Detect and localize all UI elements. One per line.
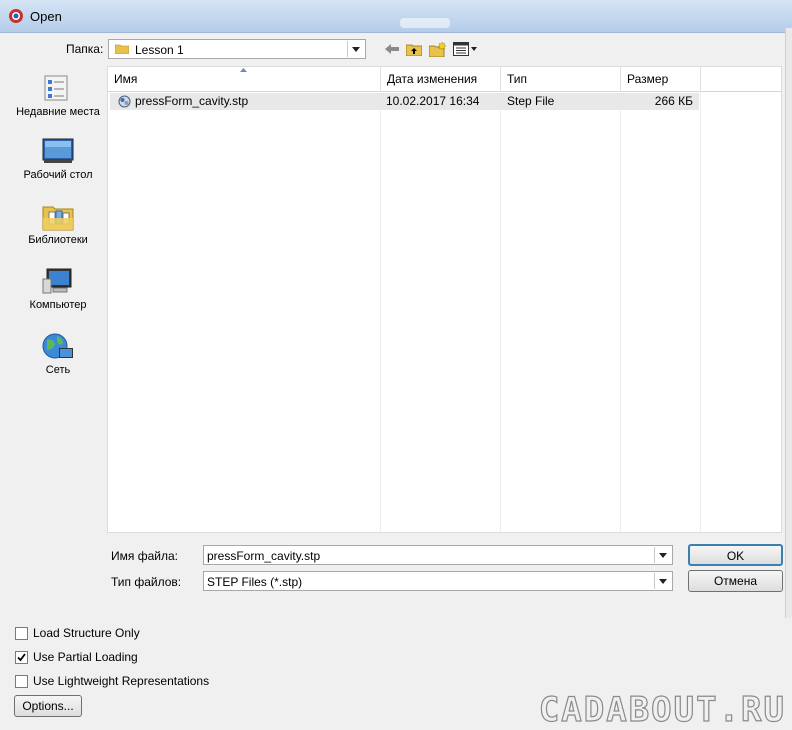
back-arrow-icon [385,44,399,54]
file-type: Step File [507,94,555,108]
filename-combo[interactable]: pressForm_cavity.stp [203,545,673,565]
up-folder-button[interactable] [405,40,423,58]
title-bar[interactable]: Open [0,0,792,33]
place-label: Сеть [45,364,71,376]
file-size: 266 КБ [654,94,693,108]
computer-icon [42,268,72,294]
chevron-down-icon [659,552,667,558]
column-label: Размер [627,72,669,86]
recent-places-icon [44,75,68,101]
column-divider [380,91,381,532]
vertical-scrollbar[interactable] [785,28,792,618]
folder-icon [115,44,129,54]
file-modified: 10.02.2017 16:34 [386,94,480,108]
app-icon [9,9,23,23]
place-label: Компьютер [29,299,87,311]
lightweight-label: Use Lightweight Representations [33,674,210,688]
cancel-button[interactable]: Отмена [688,570,783,592]
column-header: Имя Дата изменения Тип Размер [108,67,781,92]
place-label: Библиотеки [28,234,88,246]
lookin-value: Lesson 1 [135,43,184,57]
column-type-header[interactable]: Тип [501,67,621,91]
libraries-icon [42,206,74,231]
column-divider [500,91,501,532]
column-divider [700,91,701,532]
view-menu-button[interactable] [452,40,478,58]
chevron-down-icon [659,578,667,584]
load-structure-label: Load Structure Only [33,626,140,640]
place-recent[interactable]: Недавние места [14,72,102,119]
new-folder-button[interactable] [428,40,446,58]
lookin-combo[interactable]: Lesson 1 [108,39,366,59]
desktop-icon [42,138,74,163]
filetype-dropdown-button[interactable] [654,573,671,589]
checkmark-icon [17,653,26,662]
partial-loading-label: Use Partial Loading [33,650,138,664]
filetype-value: STEP Files (*.stp) [207,575,303,589]
place-computer[interactable]: Компьютер [14,267,102,312]
filename-dropdown-button[interactable] [654,547,671,563]
place-network[interactable]: Сеть [14,332,102,377]
load-structure-checkbox[interactable] [15,627,28,640]
network-icon [42,333,73,359]
column-size-header[interactable]: Размер [621,67,701,91]
place-label: Недавние места [16,106,100,118]
lightweight-checkbox[interactable] [15,675,28,688]
sort-up-icon [240,68,247,72]
step-file-icon [118,95,131,108]
file-row[interactable]: pressForm_cavity.stp 10.02.2017 16:34 St… [110,93,699,110]
partial-loading-checkbox[interactable] [15,651,28,664]
up-folder-icon [406,44,422,56]
file-name: pressForm_cavity.stp [135,94,249,108]
lookin-dropdown-button[interactable] [347,41,364,57]
back-button[interactable] [383,40,401,58]
chevron-down-icon [352,46,360,52]
watermark: CADABOUT.RU [538,689,786,730]
options-button[interactable]: Options... [14,695,82,717]
column-date-header[interactable]: Дата изменения [381,67,501,91]
new-folder-icon [428,41,446,57]
title-bar-highlight [400,18,450,28]
place-libraries[interactable]: Библиотеки [14,202,102,247]
filename-label: Имя файла: [111,549,178,563]
filetype-combo[interactable]: STEP Files (*.stp) [203,571,673,591]
filename-input[interactable]: pressForm_cavity.stp [207,549,320,563]
window-title: Open [30,9,62,24]
column-divider [620,91,621,532]
view-menu-icon [453,42,477,56]
filetype-label: Тип файлов: [111,575,182,589]
column-name-header[interactable]: Имя [108,67,381,91]
place-label: Рабочий стол [23,169,93,181]
place-desktop[interactable]: Рабочий стол [14,137,102,182]
file-list[interactable]: Имя Дата изменения Тип Размер pressForm_… [107,66,782,533]
column-label: Тип [507,72,528,86]
column-label: Имя [114,72,138,86]
lookin-label: Папка: [66,42,104,56]
ok-button[interactable]: OK [688,544,783,566]
column-label: Дата изменения [387,72,478,86]
